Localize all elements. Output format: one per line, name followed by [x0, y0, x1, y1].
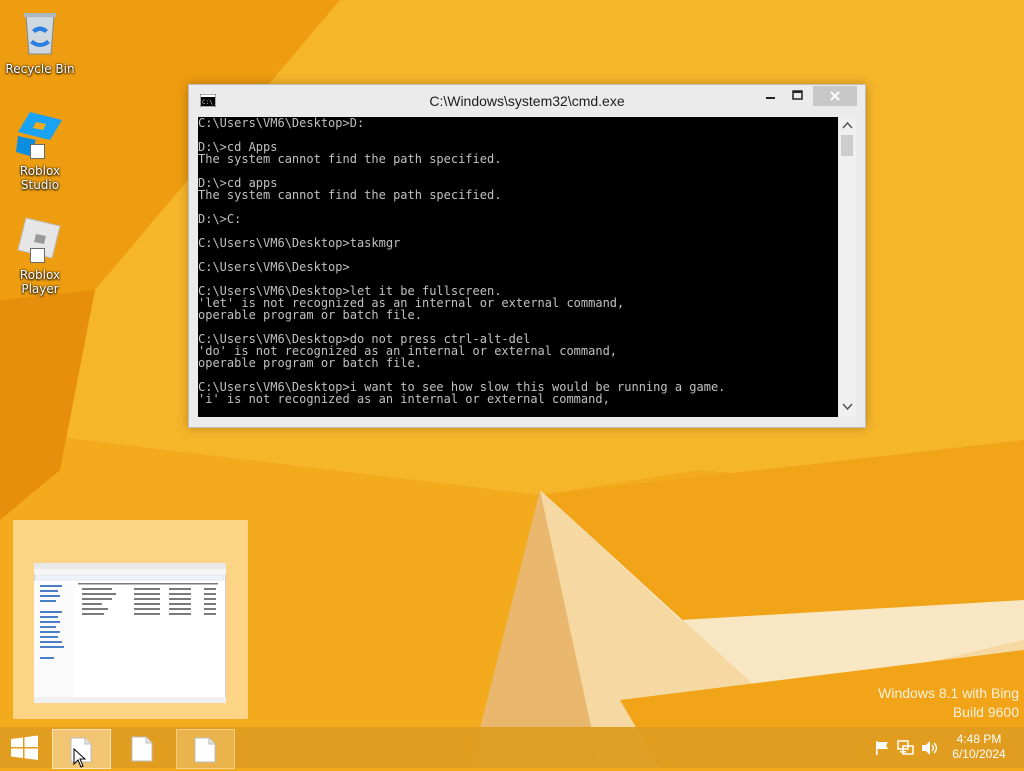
document-icon [131, 736, 153, 762]
desktop-icon-label: Roblox Player [19, 268, 61, 296]
taskbar-item[interactable] [114, 729, 171, 767]
taskbar-item[interactable] [176, 729, 235, 769]
windows-watermark: Windows 8.1 with Bing Build 9600 [878, 684, 1019, 722]
tray-clock[interactable]: 4:48 PM 6/10/2024 [942, 732, 1016, 762]
start-button[interactable] [0, 729, 48, 767]
vertical-scrollbar[interactable] [839, 117, 856, 417]
speaker-icon[interactable] [921, 740, 939, 756]
taskbar-item-active[interactable] [52, 729, 111, 769]
watermark-line-2: Build 9600 [952, 704, 1019, 720]
mouse-cursor-icon [73, 748, 87, 768]
scroll-down-icon[interactable] [842, 403, 853, 411]
shortcut-arrow-icon [30, 144, 45, 159]
clock-date: 6/10/2024 [952, 747, 1006, 761]
scroll-up-icon[interactable] [842, 121, 853, 129]
desktop-icon-label: Roblox Studio [19, 164, 61, 192]
console-text: C:\Users\VM6\Desktop>D: D:\>cd Apps The … [198, 117, 726, 406]
start-icon [11, 735, 38, 760]
taskbar: 4:48 PM 6/10/2024 [0, 727, 1024, 769]
close-icon [830, 91, 840, 101]
desktop-icon-roblox-studio[interactable]: Roblox Studio [0, 110, 80, 192]
recycle-bin-icon [24, 13, 56, 55]
close-button[interactable] [813, 86, 857, 106]
minimize-icon [766, 97, 775, 99]
taskbar-thumbnail-preview[interactable] [13, 520, 248, 719]
file-explorer-thumbnail [34, 563, 226, 703]
console-output-area[interactable]: C:\Users\VM6\Desktop>D: D:\>cd Apps The … [198, 117, 838, 417]
title-bar[interactable]: C:\ C:\Windows\system32\cmd.exe [189, 85, 865, 116]
desktop-icon-label: Recycle Bin [5, 62, 75, 76]
network-icon[interactable] [897, 739, 915, 757]
document-icon [194, 737, 216, 763]
desktop-icon-recycle-bin[interactable]: Recycle Bin [0, 6, 80, 76]
scroll-thumb[interactable] [841, 135, 853, 156]
cmd-window[interactable]: C:\ C:\Windows\system32\cmd.exe C:\Users… [188, 84, 866, 428]
maximize-icon [792, 90, 803, 100]
shortcut-arrow-icon [30, 248, 45, 263]
clock-time: 4:48 PM [956, 732, 1002, 746]
watermark-line-1: Windows 8.1 with Bing [878, 685, 1019, 701]
flag-icon[interactable] [874, 740, 890, 756]
minimize-button[interactable] [757, 86, 785, 106]
desktop-icon-roblox-player[interactable]: Roblox Player [0, 214, 80, 296]
maximize-button[interactable] [785, 86, 811, 106]
